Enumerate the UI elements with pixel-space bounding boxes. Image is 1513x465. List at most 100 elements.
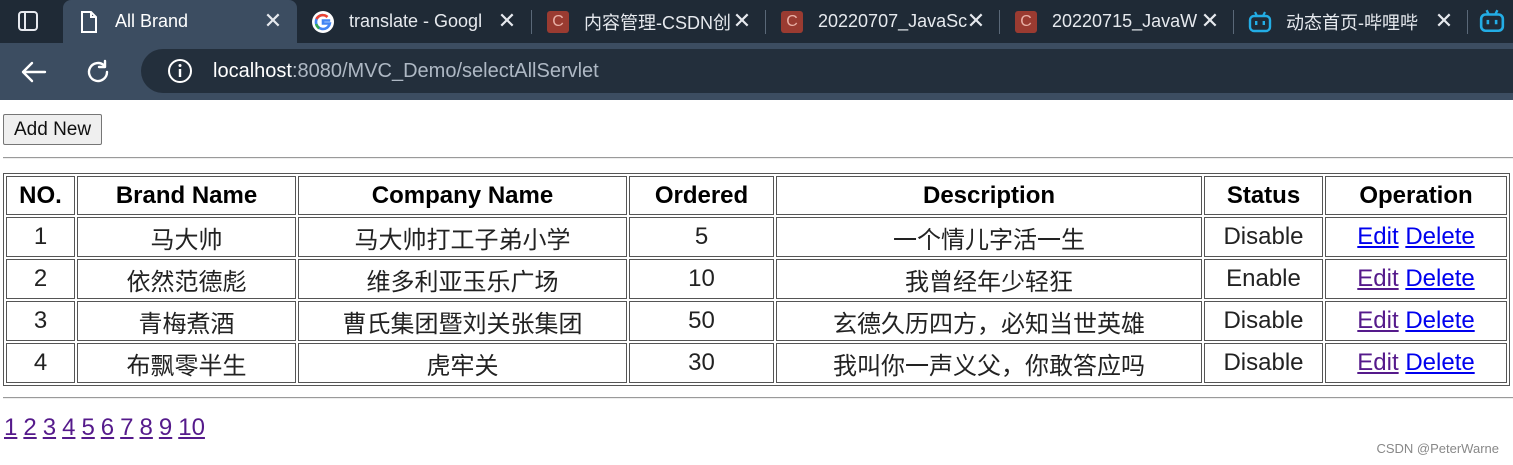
address-bar[interactable]: localhost:8080/MVC_Demo/selectAllServlet: [141, 49, 1513, 93]
page-link-7[interactable]: 7: [120, 414, 133, 441]
cell-description: 我叫你一声义父，你敢答应吗: [776, 343, 1202, 383]
google-icon: [311, 10, 335, 34]
cell-operation: Edit Delete: [1325, 343, 1507, 383]
column-header-brand-name: Brand Name: [77, 176, 296, 215]
cell-company-name: 马大帅打工子弟小学: [298, 217, 627, 257]
cell-operation: Edit Delete: [1325, 259, 1507, 299]
brand-table: NO. Brand Name Company Name Ordered Desc…: [3, 173, 1510, 386]
edit-link[interactable]: Edit: [1357, 223, 1398, 250]
delete-link[interactable]: Delete: [1405, 265, 1474, 292]
tab-title: 内容管理-CSDN创: [584, 12, 731, 33]
page-link-2[interactable]: 2: [23, 414, 36, 441]
bilibili-icon: [1248, 10, 1272, 34]
csdn-icon: C: [1014, 10, 1038, 34]
back-arrow-icon[interactable]: [13, 55, 53, 89]
column-header-description: Description: [776, 176, 1202, 215]
url-host: localhost: [213, 59, 292, 82]
cell-company-name: 维多利亚玉乐广场: [298, 259, 627, 299]
tab-strip: All Brand ✕ translate - Googl ✕ C 内容管理-C…: [0, 0, 1513, 43]
tab-actions-menu-icon[interactable]: [6, 8, 50, 34]
cell-brand-name: 布飘零半生: [77, 343, 296, 383]
divider: [3, 157, 1513, 159]
cell-status: Disable: [1204, 217, 1323, 257]
cell-operation: Edit Delete: [1325, 217, 1507, 257]
site-info-icon[interactable]: [167, 58, 193, 84]
pagination: 1 2 3 4 5 6 7 8 9 10: [4, 414, 211, 442]
cell-brand-name: 马大帅: [77, 217, 296, 257]
cell-brand-name: 依然范德彪: [77, 259, 296, 299]
page-link-1[interactable]: 1: [4, 414, 17, 441]
page-link-5[interactable]: 5: [81, 414, 94, 441]
close-icon[interactable]: ✕: [263, 10, 283, 32]
column-header-operation: Operation: [1325, 176, 1507, 215]
close-icon[interactable]: ✕: [966, 10, 986, 32]
page-link-3[interactable]: 3: [43, 414, 56, 441]
close-icon[interactable]: ✕: [732, 10, 752, 32]
tab-title: 动态首页-哔哩哔: [1286, 12, 1418, 33]
tab-title: translate - Googl: [349, 11, 483, 31]
cell-description: 我曾经年少轻狂: [776, 259, 1202, 299]
watermark: CSDN @PeterWarne: [1376, 441, 1499, 456]
page-icon: [77, 10, 101, 34]
close-icon[interactable]: ✕: [497, 10, 517, 32]
table-header-row: NO. Brand Name Company Name Ordered Desc…: [6, 176, 1507, 215]
edit-link[interactable]: Edit: [1357, 265, 1398, 292]
close-icon[interactable]: ✕: [1200, 10, 1220, 32]
cell-ordered: 30: [629, 343, 774, 383]
cell-ordered: 5: [629, 217, 774, 257]
tab-javascript-note[interactable]: C 20220707_JavaSc ✕: [766, 0, 1000, 43]
column-header-no: NO.: [6, 176, 75, 215]
edit-link[interactable]: Edit: [1357, 307, 1398, 334]
cell-company-name: 虎牢关: [298, 343, 627, 383]
add-new-button[interactable]: Add New: [3, 114, 103, 145]
delete-link[interactable]: Delete: [1405, 307, 1474, 334]
cell-no: 4: [6, 343, 75, 383]
bilibili-icon[interactable]: [1479, 9, 1509, 35]
cell-status: Disable: [1204, 343, 1323, 383]
cell-description: 一个情儿字活一生: [776, 217, 1202, 257]
cell-no: 2: [6, 259, 75, 299]
cell-brand-name: 青梅煮酒: [77, 301, 296, 341]
table-row: 2 依然范德彪 维多利亚玉乐广场 10 我曾经年少轻狂 Enable Edit …: [6, 259, 1507, 299]
browser-toolbar: localhost:8080/MVC_Demo/selectAllServlet: [0, 43, 1513, 100]
delete-link[interactable]: Delete: [1405, 349, 1474, 376]
page-link-8[interactable]: 8: [140, 414, 153, 441]
cell-no: 3: [6, 301, 75, 341]
cell-ordered: 50: [629, 301, 774, 341]
table-row: 4 布飘零半生 虎牢关 30 我叫你一声义父，你敢答应吗 Disable Edi…: [6, 343, 1507, 383]
url-path: :8080/MVC_Demo/selectAllServlet: [291, 59, 599, 82]
page-link-4[interactable]: 4: [62, 414, 75, 441]
cell-company-name: 曹氏集团暨刘关张集团: [298, 301, 627, 341]
cell-no: 1: [6, 217, 75, 257]
tab-title: All Brand: [115, 11, 189, 31]
column-header-company-name: Company Name: [298, 176, 627, 215]
tab-csdn-content[interactable]: C 内容管理-CSDN创 ✕: [532, 0, 766, 43]
page-link-6[interactable]: 6: [101, 414, 114, 441]
tab-bilibili[interactable]: 动态首页-哔哩哔 ✕: [1234, 0, 1468, 43]
close-icon[interactable]: ✕: [1434, 10, 1454, 32]
table-row: 1 马大帅 马大帅打工子弟小学 5 一个情儿字活一生 Disable Edit …: [6, 217, 1507, 257]
cell-ordered: 10: [629, 259, 774, 299]
page-link-10[interactable]: 10: [178, 414, 205, 441]
tab-title: 20220715_JavaW: [1052, 11, 1198, 31]
divider: [3, 397, 1513, 399]
url-text[interactable]: localhost:8080/MVC_Demo/selectAllServlet: [213, 60, 599, 83]
cell-status: Enable: [1204, 259, 1323, 299]
cell-description: 玄德久历四方，必知当世英雄: [776, 301, 1202, 341]
table-row: 3 青梅煮酒 曹氏集团暨刘关张集团 50 玄德久历四方，必知当世英雄 Disab…: [6, 301, 1507, 341]
tab-javaweb-note[interactable]: C 20220715_JavaW ✕: [1000, 0, 1234, 43]
tab-divider: [1467, 10, 1468, 34]
tab-all-brand[interactable]: All Brand ✕: [63, 0, 297, 43]
cell-operation: Edit Delete: [1325, 301, 1507, 341]
reload-icon[interactable]: [78, 55, 118, 89]
tab-title: 20220707_JavaSc: [818, 11, 968, 31]
tab-translate[interactable]: translate - Googl ✕: [297, 0, 531, 43]
csdn-icon: C: [780, 10, 804, 34]
column-header-ordered: Ordered: [629, 176, 774, 215]
delete-link[interactable]: Delete: [1405, 223, 1474, 250]
csdn-icon: C: [546, 10, 570, 34]
edit-link[interactable]: Edit: [1357, 349, 1398, 376]
column-header-status: Status: [1204, 176, 1323, 215]
cell-status: Disable: [1204, 301, 1323, 341]
page-link-9[interactable]: 9: [159, 414, 172, 441]
